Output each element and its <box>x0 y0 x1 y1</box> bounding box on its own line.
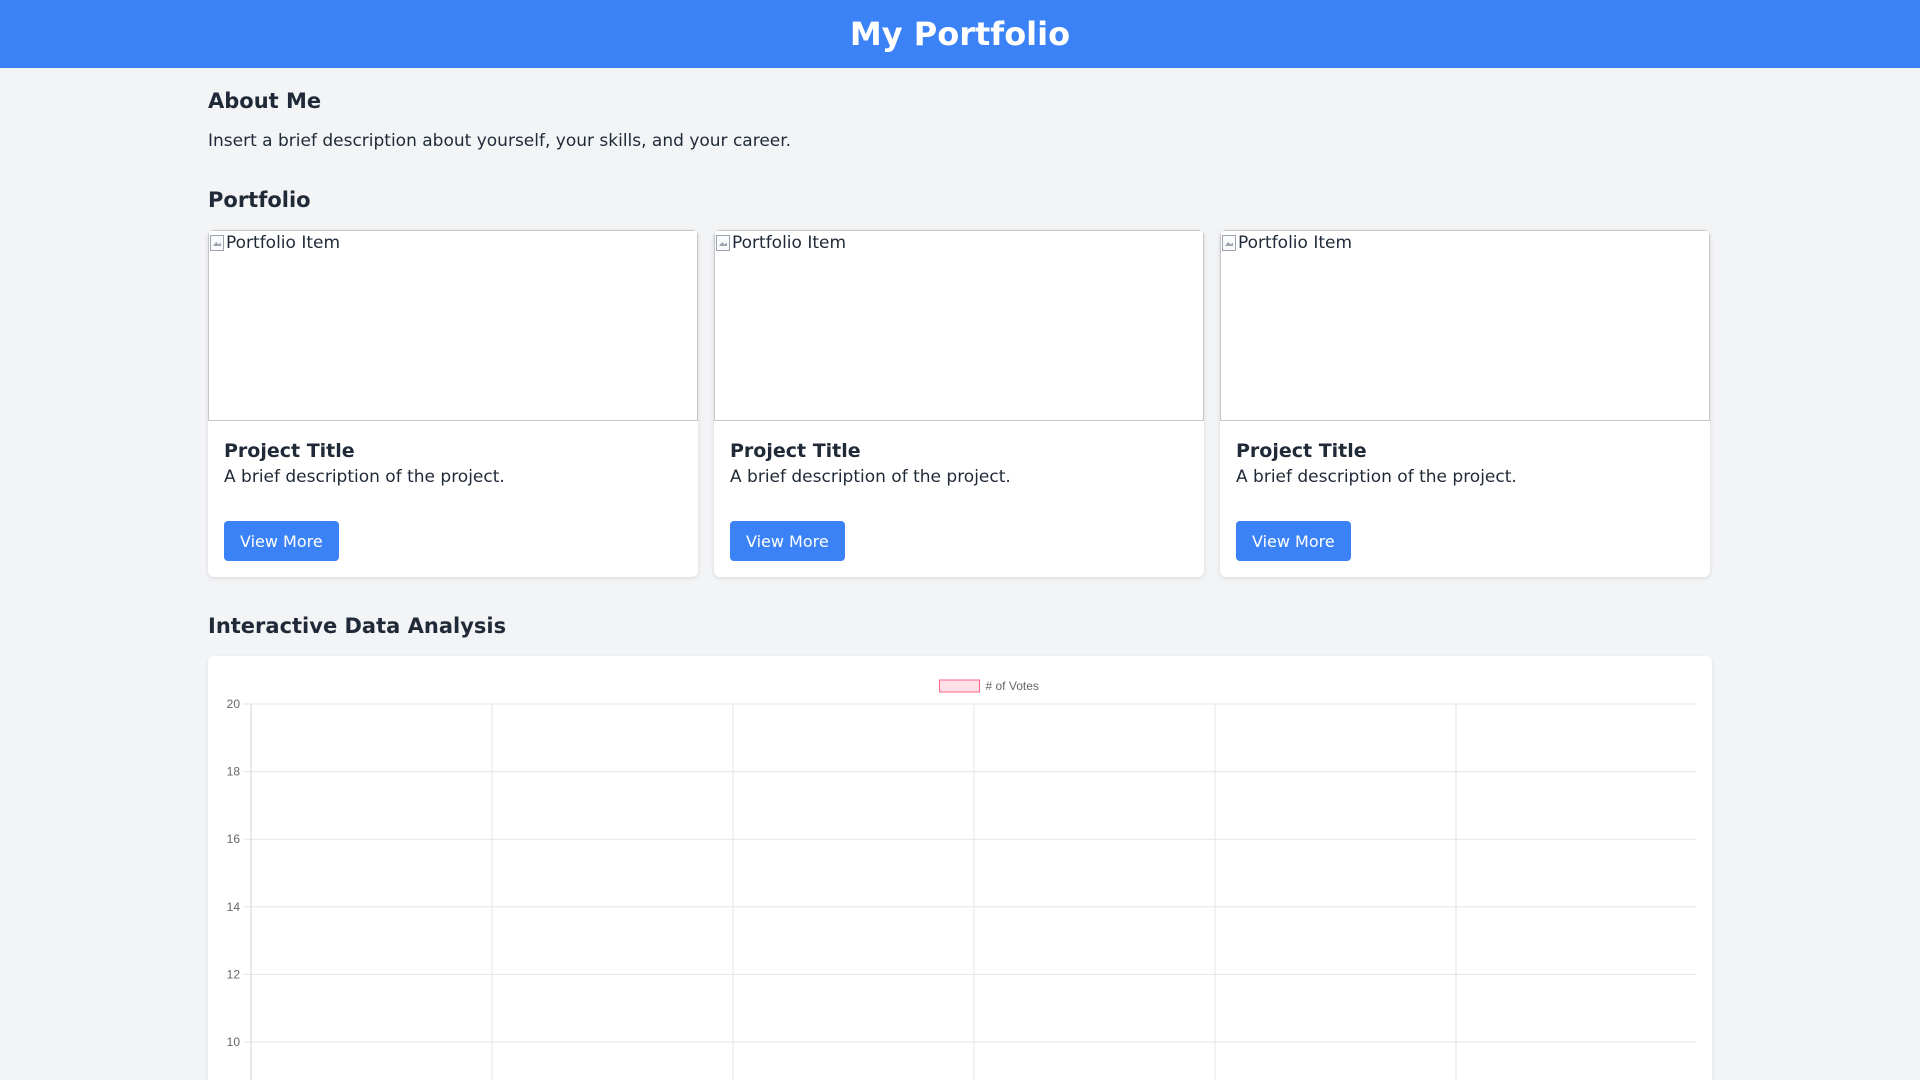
broken-image-icon <box>1222 235 1236 251</box>
votes-chart: 20 18 16 14 12 10 # of Votes <box>227 679 1696 1080</box>
legend-label: # of Votes <box>986 679 1039 693</box>
view-more-button[interactable]: View More <box>730 521 845 561</box>
portfolio-image-alt: Portfolio Item <box>226 233 341 253</box>
project-description: A brief description of the project. <box>1236 467 1517 487</box>
portfolio-image-alt: Portfolio Item <box>1238 233 1353 253</box>
project-description: A brief description of the project. <box>224 467 505 487</box>
view-more-button[interactable]: View More <box>224 521 339 561</box>
project-description: A brief description of the project. <box>730 467 1011 487</box>
portfolio-card: Portfolio Item Project Title A brief des… <box>208 230 698 577</box>
portfolio-image: Portfolio Item <box>714 230 1204 421</box>
portfolio-image: Portfolio Item <box>208 230 698 421</box>
project-title: Project Title <box>730 440 861 462</box>
y-tick-label: 16 <box>227 832 241 846</box>
portfolio-card: Portfolio Item Project Title A brief des… <box>1220 230 1710 577</box>
site-title: My Portfolio <box>849 15 1071 53</box>
site-header: My Portfolio <box>0 0 1920 68</box>
legend-swatch <box>939 679 980 693</box>
y-tick-label: 18 <box>227 765 241 779</box>
about-text: Insert a brief description about yoursel… <box>208 131 792 151</box>
main-container: About Me Insert a brief description abou… <box>208 86 1712 1080</box>
chart-panel: 20 18 16 14 12 10 # of Votes <box>208 656 1712 1080</box>
portfolio-image: Portfolio Item <box>1220 230 1710 421</box>
project-title: Project Title <box>1236 440 1367 462</box>
portfolio-card: Portfolio Item Project Title A brief des… <box>714 230 1204 577</box>
portfolio-heading: Portfolio <box>208 188 311 212</box>
y-tick-label: 12 <box>227 967 241 981</box>
broken-image-icon <box>210 235 224 251</box>
view-more-button[interactable]: View More <box>1236 521 1351 561</box>
y-tick-label: 14 <box>227 900 241 914</box>
about-heading: About Me <box>208 89 322 113</box>
y-tick-label: 20 <box>227 697 241 711</box>
portfolio-image-alt: Portfolio Item <box>732 233 847 253</box>
project-title: Project Title <box>224 440 355 462</box>
y-tick-label: 10 <box>227 1035 241 1049</box>
portfolio-grid: Portfolio Item Project Title A brief des… <box>208 230 1712 577</box>
broken-image-icon <box>716 235 730 251</box>
analysis-heading: Interactive Data Analysis <box>208 614 507 638</box>
